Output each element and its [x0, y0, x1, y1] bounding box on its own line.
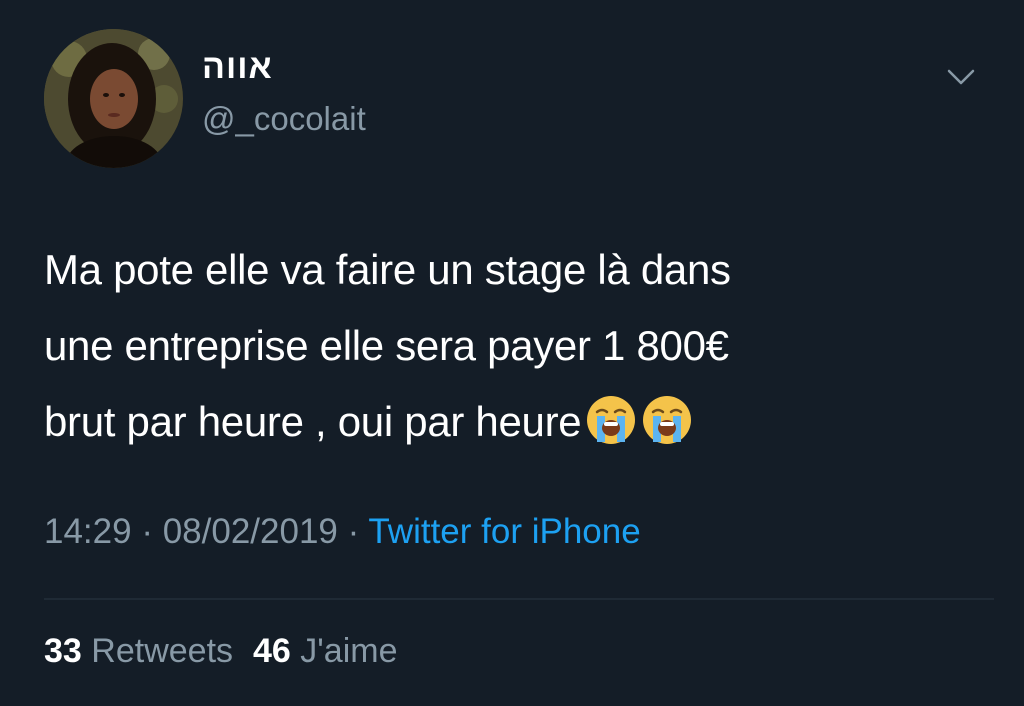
tweet-date[interactable]: 08/02/2019 [163, 512, 338, 551]
tweet-card: אווה @_cocolait Ma pote elle va faire un… [0, 0, 1024, 706]
retweets-stat[interactable]: 33 Retweets [44, 632, 233, 670]
tweet-stats: 33 Retweets 46 J'aime [44, 632, 397, 671]
likes-count: 46 [253, 632, 291, 670]
tweet-source-link[interactable]: Twitter for iPhone [368, 512, 640, 551]
tweet-text-line: une entreprise elle sera payer 1 800€ [44, 322, 729, 369]
likes-label: J'aime [300, 632, 398, 670]
tweet-text-line: brut par heure , oui par heure [44, 384, 984, 460]
avatar-image [44, 29, 183, 168]
divider [44, 598, 994, 600]
loudly-crying-face-emoji [641, 394, 693, 446]
tweet-time[interactable]: 14:29 [44, 512, 132, 551]
tweet-meta: 14:29 · 08/02/2019 · Twitter for iPhone [44, 512, 641, 552]
tweet-text: Ma pote elle va faire un stage là dans u… [44, 232, 984, 460]
meta-separator: · [337, 512, 369, 551]
loudly-crying-face-emoji [585, 394, 637, 446]
meta-separator: · [131, 512, 163, 551]
display-name[interactable]: אווה [202, 48, 273, 87]
chevron-down-icon[interactable] [946, 66, 976, 88]
tweet-text-line: Ma pote elle va faire un stage là dans [44, 246, 731, 293]
tweet-text-line-content: brut par heure , oui par heure [44, 398, 582, 445]
retweets-label: Retweets [91, 632, 234, 670]
retweets-count: 33 [44, 632, 82, 670]
likes-stat[interactable]: 46 J'aime [253, 632, 397, 670]
user-handle[interactable]: @_cocolait [202, 100, 366, 138]
avatar[interactable] [44, 29, 183, 168]
